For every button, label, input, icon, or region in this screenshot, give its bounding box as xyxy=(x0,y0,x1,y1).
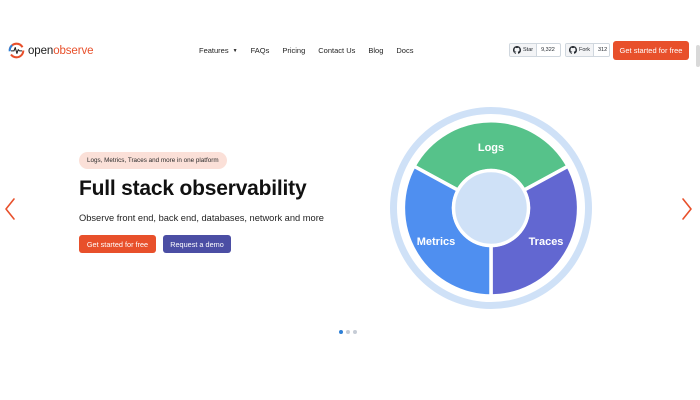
main-nav: Features ▼ FAQs Pricing Contact Us Blog … xyxy=(199,46,413,55)
get-started-button[interactable]: Get started for free xyxy=(79,235,156,253)
wheel-center xyxy=(451,168,531,248)
nav-item-faqs[interactable]: FAQs xyxy=(251,46,270,55)
nav-item-label: FAQs xyxy=(250,46,270,55)
github-fork-label: Fork xyxy=(579,47,590,53)
github-star-button[interactable]: Star xyxy=(510,44,538,56)
nav-item-label: Docs xyxy=(396,46,414,55)
nav-item-label: Blog xyxy=(368,46,384,55)
nav-item-label: Features xyxy=(199,46,229,55)
wheel-label-logs: Logs xyxy=(478,142,504,154)
site-header: openobserve Features ▼ FAQs Pricing Cont… xyxy=(0,38,700,66)
hero-subtitle: Observe front end, back end, databases, … xyxy=(79,213,324,223)
logo-text-open: open xyxy=(28,44,54,57)
logo-text: openobserve xyxy=(28,44,94,57)
carousel-dot[interactable] xyxy=(353,330,357,334)
chevron-left-icon[interactable] xyxy=(3,197,17,221)
nav-item-label: Pricing xyxy=(282,46,306,55)
github-star-widget: Star 9,322 xyxy=(509,43,561,57)
carousel-dot[interactable] xyxy=(339,330,343,334)
nav-item-contact-us[interactable]: Contact Us xyxy=(318,46,355,55)
caret-down-icon: ▼ xyxy=(232,47,238,54)
github-fork-widget: Fork 312 xyxy=(565,43,610,57)
chevron-right-icon[interactable] xyxy=(680,197,694,221)
logo[interactable]: openobserve xyxy=(8,42,94,59)
logo-text-observe: observe xyxy=(53,44,94,57)
hero-tagline-pill: Logs, Metrics, Traces and more in one pl… xyxy=(79,152,227,169)
scrollbar-thumb[interactable] xyxy=(696,45,700,67)
nav-item-blog[interactable]: Blog xyxy=(368,46,383,55)
github-fork-button[interactable]: Fork xyxy=(566,44,594,56)
carousel-dot[interactable] xyxy=(346,330,350,334)
nav-item-features[interactable]: Features ▼ xyxy=(199,46,238,55)
nav-item-label: Contact Us xyxy=(318,46,356,55)
request-demo-button[interactable]: Request a demo xyxy=(163,235,231,253)
carousel-pagination xyxy=(339,330,360,334)
wheel-label-traces: Traces xyxy=(529,236,564,248)
github-icon xyxy=(569,46,577,54)
wheel-label-metrics: Metrics xyxy=(417,236,456,248)
observability-wheel-diagram: Logs Metrics Traces xyxy=(390,107,592,309)
openobserve-logo-icon xyxy=(8,42,25,59)
github-star-count[interactable]: 9,322 xyxy=(537,44,559,56)
github-fork-count[interactable]: 312 xyxy=(594,44,609,56)
header-get-started-button[interactable]: Get started for free xyxy=(613,41,689,60)
nav-item-docs[interactable]: Docs xyxy=(396,46,413,55)
github-star-label: Star xyxy=(523,47,534,53)
hero-title: Full stack observability xyxy=(79,177,307,200)
github-icon xyxy=(513,46,521,54)
nav-item-pricing[interactable]: Pricing xyxy=(282,46,305,55)
